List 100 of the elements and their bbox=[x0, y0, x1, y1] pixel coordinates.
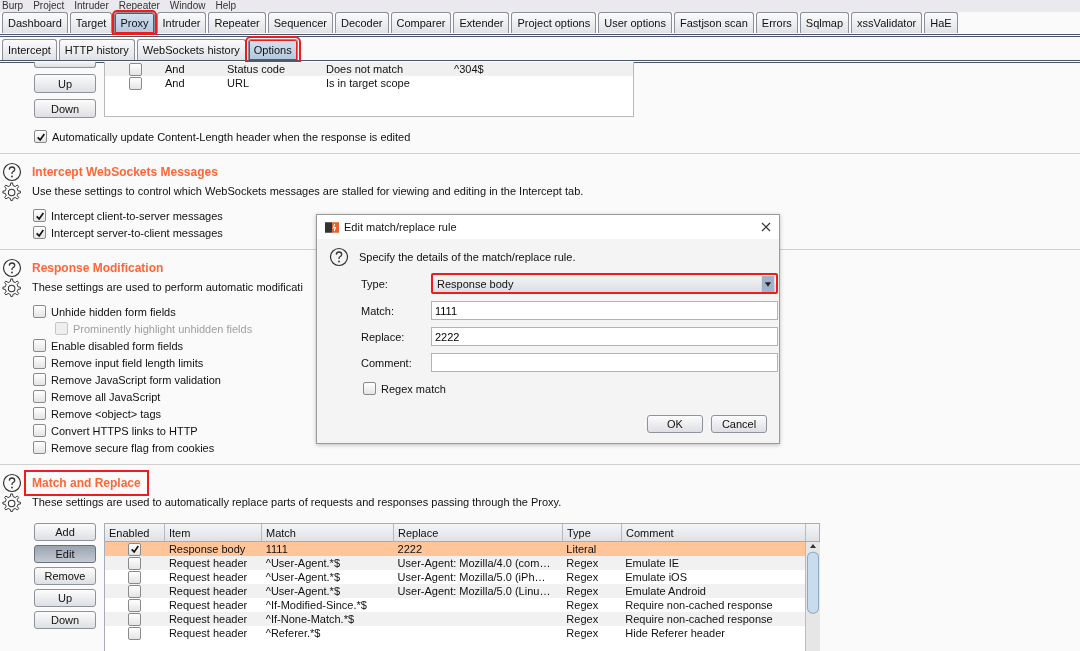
checkbox[interactable] bbox=[128, 76, 142, 90]
menu-item[interactable]: Repeater bbox=[118, 0, 160, 12]
checkbox[interactable] bbox=[33, 407, 46, 420]
tab[interactable]: Fastjson scan bbox=[674, 12, 754, 33]
text-field[interactable]: 2222 bbox=[431, 327, 778, 346]
tab[interactable]: Errors bbox=[755, 12, 798, 33]
column-header[interactable]: Type bbox=[563, 524, 622, 541]
table-cell: Require non-cached response bbox=[625, 613, 773, 625]
table-row[interactable]: Request header ^User-Agent.*$ User-Agent: Mozilla/5.0 (iPh… Regex Emulate iOS bbox=[105, 570, 805, 584]
checkbox[interactable] bbox=[33, 356, 46, 369]
text-field[interactable] bbox=[431, 353, 778, 372]
tab[interactable]: HaE bbox=[924, 12, 958, 33]
table-cell-text: And bbox=[165, 77, 186, 89]
dialog-button[interactable]: Cancel bbox=[711, 415, 767, 433]
checkbox[interactable] bbox=[128, 570, 142, 584]
option-label: Intercept client-to-server messages bbox=[51, 209, 223, 222]
table-cell-text: ^User-Agent.*$ bbox=[264, 557, 341, 569]
checkbox[interactable] bbox=[128, 542, 142, 556]
menu-item[interactable]: Intruder bbox=[74, 0, 109, 12]
table-cell: Hide Referer header bbox=[625, 627, 725, 639]
checkbox[interactable] bbox=[363, 382, 376, 395]
rule-button[interactable]: Down bbox=[34, 611, 96, 629]
rule-button[interactable]: Edit bbox=[34, 545, 96, 563]
table-row[interactable]: Response body 1111 2222 Literal bbox=[105, 542, 805, 556]
tab[interactable]: User options bbox=[598, 12, 672, 33]
help-icon[interactable] bbox=[2, 258, 22, 278]
checkbox[interactable] bbox=[33, 305, 46, 318]
text-field[interactable]: 1111 bbox=[431, 301, 778, 320]
rule-button[interactable]: Remove bbox=[34, 567, 96, 585]
tab[interactable]: Sequencer bbox=[267, 12, 333, 33]
rule-button[interactable]: Add bbox=[34, 523, 96, 541]
tab[interactable]: Intruder bbox=[156, 12, 207, 33]
settings-icon[interactable] bbox=[2, 182, 23, 203]
scrollbar[interactable] bbox=[805, 542, 820, 651]
column-header[interactable]: Replace bbox=[394, 524, 563, 541]
settings-icon[interactable] bbox=[2, 493, 23, 514]
tab[interactable]: Target bbox=[69, 12, 113, 33]
checkbox[interactable] bbox=[128, 556, 142, 570]
table-row[interactable]: Request header ^Referer.*$ Regex Hide Referer header bbox=[105, 626, 805, 640]
table-row[interactable]: Request header ^User-Agent.*$ User-Agent: Mozilla/4.0 (com… Regex Emulate IE bbox=[105, 556, 805, 570]
checkbox[interactable] bbox=[128, 626, 142, 640]
tab[interactable]: Sqlmap bbox=[799, 12, 850, 33]
tab[interactable]: Project options bbox=[511, 12, 597, 33]
type-dropdown[interactable]: Response body bbox=[431, 273, 778, 294]
dialog-prompt: Specify the details of the match/replace rule. bbox=[359, 251, 576, 263]
checkbox[interactable] bbox=[128, 584, 142, 598]
checkbox[interactable] bbox=[33, 441, 46, 454]
column-header[interactable]: Enabled bbox=[105, 524, 165, 541]
tab[interactable]: Comparer bbox=[390, 12, 452, 33]
menu-item[interactable]: Window bbox=[169, 0, 206, 12]
tab[interactable]: Proxy bbox=[114, 12, 155, 33]
tab[interactable]: Decoder bbox=[334, 12, 389, 33]
rule-button[interactable]: Up bbox=[34, 589, 96, 607]
column-header[interactable]: Match bbox=[262, 524, 394, 541]
table-row[interactable]: Request header ^If-Modified-Since.*$ Regex Require non-cached response bbox=[105, 598, 805, 612]
table-row[interactable]: Request header ^If-None-Match.*$ Regex Require non-cached response bbox=[105, 612, 805, 626]
tab[interactable]: HTTP history bbox=[58, 39, 135, 60]
tab[interactable]: Dashboard bbox=[2, 12, 68, 33]
tab[interactable]: Intercept bbox=[2, 39, 57, 60]
checkbox[interactable] bbox=[34, 130, 47, 143]
checkbox[interactable] bbox=[33, 390, 46, 403]
menu-item[interactable]: Help bbox=[215, 0, 236, 12]
table-cell-text: ^Referer.*$ bbox=[264, 627, 322, 639]
tab[interactable]: xssValidator bbox=[851, 12, 923, 33]
option-label: Regex match bbox=[381, 382, 446, 395]
menu-item[interactable]: Burp bbox=[2, 0, 24, 12]
table-cell: Emulate Android bbox=[625, 585, 706, 597]
checkbox[interactable] bbox=[33, 226, 46, 239]
rule-button[interactable]: Down bbox=[34, 99, 96, 118]
option-label: Unhide hidden form fields bbox=[51, 305, 176, 318]
dialog-button[interactable]: OK bbox=[647, 415, 703, 433]
table-cell-text: Regex bbox=[565, 557, 600, 569]
column-header[interactable]: Comment bbox=[622, 524, 806, 541]
table-cell: User-Agent: Mozilla/5.0 (Linu… bbox=[397, 585, 551, 597]
rule-button[interactable]: Up bbox=[34, 74, 96, 93]
close-icon[interactable] bbox=[761, 222, 771, 232]
tab[interactable]: WebSockets history bbox=[136, 39, 246, 60]
option-label: Remove JavaScript form validation bbox=[51, 373, 221, 386]
section-title: Response Modification bbox=[32, 260, 164, 276]
column-header[interactable]: Item bbox=[165, 524, 262, 541]
checkbox[interactable] bbox=[33, 424, 46, 437]
help-icon[interactable] bbox=[2, 162, 22, 182]
checkbox[interactable] bbox=[33, 339, 46, 352]
checkbox[interactable] bbox=[128, 62, 142, 76]
table-cell-text: ^304$ bbox=[454, 63, 485, 75]
checkbox[interactable] bbox=[128, 612, 142, 626]
checkbox[interactable] bbox=[33, 209, 46, 222]
tab[interactable]: Repeater bbox=[208, 12, 266, 33]
tab[interactable]: Extender bbox=[453, 12, 510, 33]
menu-item[interactable]: Project bbox=[33, 0, 65, 12]
help-icon[interactable] bbox=[2, 473, 22, 493]
table-cell-text: Is in target scope bbox=[326, 77, 411, 89]
table-row[interactable]: Request header ^User-Agent.*$ User-Agent: Mozilla/5.0 (Linu… Regex Emulate Android bbox=[105, 584, 805, 598]
settings-icon[interactable] bbox=[2, 278, 23, 299]
tab[interactable]: Options bbox=[247, 39, 298, 60]
table-cell: User-Agent: Mozilla/5.0 (iPh… bbox=[397, 571, 546, 583]
button[interactable] bbox=[34, 62, 96, 68]
checkbox[interactable] bbox=[33, 373, 46, 386]
checkbox[interactable] bbox=[128, 598, 142, 612]
table-cell-text: Request header bbox=[167, 613, 249, 625]
